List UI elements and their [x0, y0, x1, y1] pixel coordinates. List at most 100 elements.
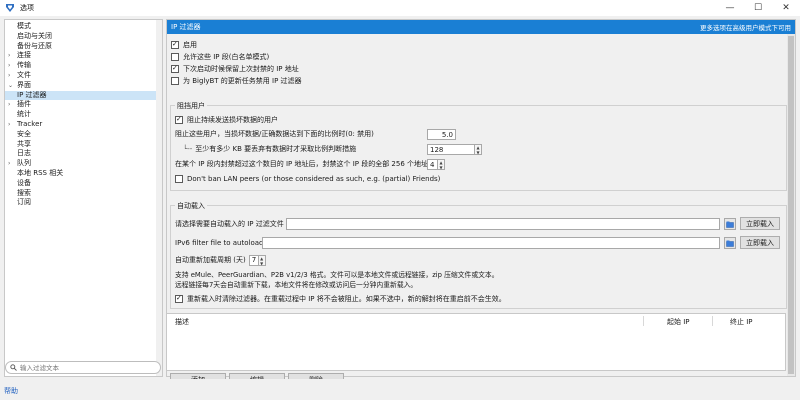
block-bad-data-checkbox[interactable] [175, 115, 183, 124]
reload-period-field[interactable]: 7 [248, 254, 259, 266]
min-kb-spinner[interactable]: ▲ ▼ [475, 144, 482, 155]
ban-range-label: 在某个 IP 段内封禁超过这个数目的 IP 地址后，封禁这个 IP 段的全部 2… [175, 160, 429, 168]
sidebar-item[interactable]: 订阅 [5, 198, 162, 208]
filter-input[interactable] [20, 363, 160, 372]
autoload-info-line1: 支持 eMule、PeerGuardian、P2B v1/2/3 格式。文件可以… [175, 271, 499, 279]
sidebar-item[interactable]: › Tracker [5, 120, 162, 130]
sidebar-item[interactable]: 备份与还原 [5, 42, 162, 52]
spin-down-icon[interactable]: ▼ [438, 165, 444, 170]
sidebar-item[interactable]: 统计 [5, 110, 162, 120]
sidebar-item[interactable]: IP 过滤器 [5, 90, 162, 101]
sidebar-item[interactable]: 设备 [5, 179, 162, 189]
column-separator[interactable] [643, 316, 644, 326]
sidebar-item-label: 插件 [17, 100, 31, 109]
enable-checkbox[interactable] [171, 40, 179, 49]
column-separator[interactable] [712, 316, 713, 326]
ratio-row: 阻止这些用户，当损坏数据/正确数据达到下面的比例时(0: 禁用) [175, 128, 374, 140]
expand-toggle-icon[interactable]: › [8, 159, 10, 169]
reload-period-stepper[interactable]: 7 ▲ ▼ [248, 254, 266, 266]
browse-ipv6-button[interactable] [724, 237, 736, 249]
panel-scrollbar[interactable] [787, 34, 795, 376]
ban-range-stepper[interactable]: 4 ▲ ▼ [427, 159, 445, 170]
sidebar-item[interactable]: 模式 [5, 22, 162, 32]
enable-option[interactable]: 启用 [171, 39, 785, 51]
whitelist-option[interactable]: 允许这些 IP 段(白名单模式) [171, 51, 785, 63]
sidebar-scrollbar[interactable] [156, 20, 162, 376]
expand-toggle-icon[interactable]: ⌄ [8, 81, 13, 91]
column-header-end-ip[interactable]: 终止 IP [730, 317, 753, 327]
add-button[interactable]: 添加 [170, 373, 226, 379]
sidebar-item-label: 共享 [17, 139, 31, 148]
reload-period-spinner[interactable]: ▲ ▼ [258, 254, 266, 266]
block-bad-data-option[interactable]: 阻止持续发送损坏数据的用户 [175, 114, 278, 126]
sidebar-item-label: 本地 RSS 相关 [17, 168, 64, 177]
sidebar-item[interactable]: 安全 [5, 130, 162, 140]
sidebar-item[interactable]: 日志 [5, 149, 162, 159]
scrollbar-thumb[interactable] [788, 36, 794, 374]
column-header-start-ip[interactable]: 起始 IP [667, 317, 690, 327]
sidebar-item-label: 订阅 [17, 198, 31, 207]
spin-down-icon[interactable]: ▼ [475, 150, 481, 155]
sidebar-item[interactable]: 搜索 [5, 189, 162, 199]
lan-peers-checkbox[interactable] [175, 175, 183, 183]
whitelist-label: 允许这些 IP 段(白名单模式) [183, 53, 270, 61]
sidebar-item[interactable]: 启动与关闭 [5, 32, 162, 42]
ban-range-field[interactable]: 4 [427, 159, 438, 170]
expand-toggle-icon[interactable]: › [8, 71, 10, 81]
ipv6-file-input[interactable] [262, 237, 720, 249]
persist-checkbox[interactable] [171, 64, 179, 73]
block-bad-data-label: 阻止持续发送损坏数据的用户 [187, 116, 278, 124]
load-now-ipv6-button[interactable]: 立即载入 [740, 236, 780, 249]
sidebar-item-label: 备份与还原 [17, 41, 52, 50]
load-now-button[interactable]: 立即载入 [740, 217, 780, 230]
ratio-field[interactable]: 5.0 [427, 129, 456, 140]
edit-button[interactable]: 编辑 [229, 373, 285, 379]
sidebar-item[interactable]: › 队列 [5, 159, 162, 169]
sidebar-item[interactable]: 本地 RSS 相关 [5, 169, 162, 179]
persist-option[interactable]: 下次启动时候保留上次封禁的 IP 地址 [171, 63, 785, 75]
delete-button-label: 删除 [288, 373, 344, 379]
sidebar-item-label: 统计 [17, 110, 31, 119]
expand-toggle-icon[interactable]: › [8, 61, 10, 71]
maximize-button[interactable]: ☐ [744, 0, 772, 16]
whitelist-checkbox[interactable] [171, 53, 179, 61]
ipv6-file-label: IPv6 filter file to autoload [175, 239, 264, 247]
minimize-button[interactable]: — [716, 0, 744, 16]
disable-on-update-checkbox[interactable] [171, 77, 179, 85]
sidebar-item[interactable]: › 连接 [5, 51, 162, 61]
folder-icon [726, 221, 734, 228]
sidebar-item[interactable]: 共享 [5, 140, 162, 150]
autoload-file-input[interactable] [286, 218, 720, 230]
filter-search-box[interactable] [5, 361, 161, 374]
ip-range-table[interactable]: 描述 起始 IP 终止 IP [166, 313, 786, 371]
column-header-description[interactable]: 描述 [175, 317, 189, 327]
disable-on-update-option[interactable]: 为 BiglyBT 的更新任务禁用 IP 过滤器 [171, 75, 785, 87]
sidebar-tree: 模式 启动与关闭 备份与还原 › 连接 › 传输 › 文件 ⌄ 界面 IP 过滤器 › 插件 统计 › Trac… [5, 20, 162, 208]
lan-peers-option[interactable]: Don't ban LAN peers (or those considered… [175, 173, 440, 185]
sidebar-item-label: IP 过滤器 [17, 90, 47, 99]
min-kb-stepper[interactable]: 128 ▲ ▼ [427, 144, 482, 155]
expand-toggle-icon[interactable]: › [8, 51, 10, 61]
autoload-title: 自动载入 [175, 201, 207, 211]
sidebar-item[interactable]: › 传输 [5, 61, 162, 71]
min-kb-row: └-- 至少有多少 KB 要丢弃有数据时才采取比例判断措施 [183, 143, 356, 155]
clear-on-reload-option[interactable]: 重新载入时清除过滤器。在重载过程中 IP 将不会被阻止。如果不选中，新的解封将在… [175, 293, 506, 305]
expand-toggle-icon[interactable]: › [8, 100, 10, 110]
clear-on-reload-checkbox[interactable] [175, 294, 183, 303]
sidebar-item[interactable]: ⌄ 界面 [5, 81, 162, 91]
sidebar-item-label: 传输 [17, 61, 31, 70]
delete-button[interactable]: 删除 [288, 373, 344, 379]
close-button[interactable]: ✕ [772, 0, 800, 16]
min-kb-field[interactable]: 128 [427, 144, 475, 155]
sidebar-item-label: 文件 [17, 70, 31, 79]
spin-down-icon[interactable]: ▼ [259, 261, 265, 266]
block-peers-group: 阻挡用户 阻止持续发送损坏数据的用户 阻止这些用户，当损坏数据/正确数据达到下面… [170, 101, 787, 191]
ban-range-spinner[interactable]: ▲ ▼ [438, 159, 445, 170]
sidebar-item[interactable]: › 文件 [5, 71, 162, 81]
sidebar-item[interactable]: › 插件 [5, 100, 162, 110]
browse-file-button[interactable] [724, 218, 736, 230]
help-link[interactable]: 帮助 [4, 386, 18, 396]
sidebar-item-label: 队列 [17, 159, 31, 168]
mode-note: 更多选项在高级用户模式下可用 [700, 24, 791, 32]
expand-toggle-icon[interactable]: › [8, 120, 10, 130]
